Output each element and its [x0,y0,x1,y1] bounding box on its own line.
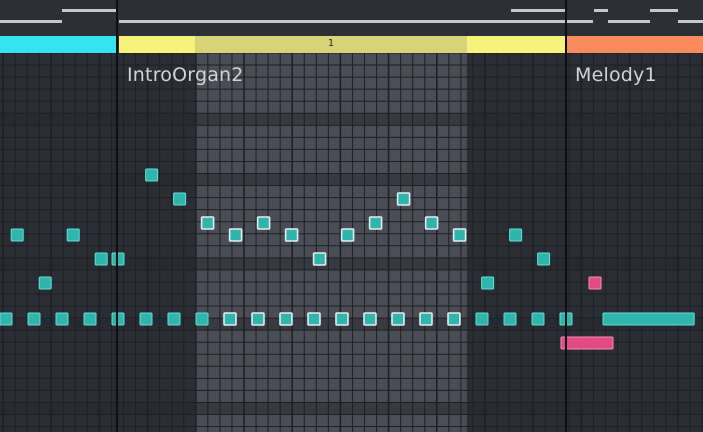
loop-region-shade [195,53,467,432]
note-block [111,252,125,266]
overview-note-line [511,9,565,12]
note-block [602,312,695,326]
note-block [363,312,377,326]
clip-header-introorgan2[interactable]: 1 [119,36,565,53]
overview-note-line [119,20,511,23]
note-block [368,216,383,230]
grid-row-shade [0,173,703,186]
piano-roll-editor: 1 IntroOrgan2 Melody1 [0,0,703,432]
loop-region-label: 1 [327,38,335,49]
note-block [531,312,545,326]
note-block [419,312,433,326]
overview-note-line [62,9,116,12]
note-block [66,228,80,242]
note-block [509,228,523,242]
note-block [195,312,209,326]
clip-divider [565,0,567,432]
overview-note-line [511,20,565,23]
note-block [447,312,461,326]
note-grid[interactable] [0,53,703,432]
clip-header-left[interactable] [0,36,116,53]
note-block [139,312,153,326]
note-block [167,312,181,326]
overview-note-line [567,20,593,23]
note-block [173,192,187,206]
note-block [560,336,614,350]
clip-divider [116,0,118,432]
note-block [94,252,108,266]
overview-note-line [0,20,62,23]
note-block [396,192,411,206]
clip-name-melody1: Melody1 [575,64,657,86]
note-block [284,228,299,242]
note-block [312,252,327,266]
note-block [200,216,215,230]
note-block [38,276,52,290]
note-block [588,276,602,290]
note-block [55,312,69,326]
grid-row-shade [0,318,703,331]
note-block [481,276,495,290]
note-block [391,312,405,326]
loop-region-bar[interactable]: 1 [195,36,467,53]
overview-note-line [678,20,703,23]
note-block [256,216,271,230]
note-block [251,312,265,326]
clip-name-introorgan2: IntroOrgan2 [127,64,244,86]
overview-note-line [650,9,678,12]
note-block [83,312,97,326]
note-block [452,228,467,242]
note-block [145,168,159,182]
note-block [279,312,293,326]
note-block [228,228,243,242]
note-block [111,312,125,326]
clip-header-melody1[interactable] [567,36,703,53]
grid-row-shade [0,402,703,415]
note-block [223,312,237,326]
note-block [0,312,13,326]
overview-note-line [608,20,650,23]
note-block [424,216,439,230]
arrangement-overview-bar[interactable] [0,0,703,36]
note-block [27,312,41,326]
note-block [307,312,321,326]
note-block [475,312,489,326]
note-block [10,228,24,242]
note-block [503,312,517,326]
note-block [537,252,551,266]
note-block [335,312,349,326]
overview-note-line [594,9,608,12]
grid-row-shade [0,113,703,126]
note-block [340,228,355,242]
